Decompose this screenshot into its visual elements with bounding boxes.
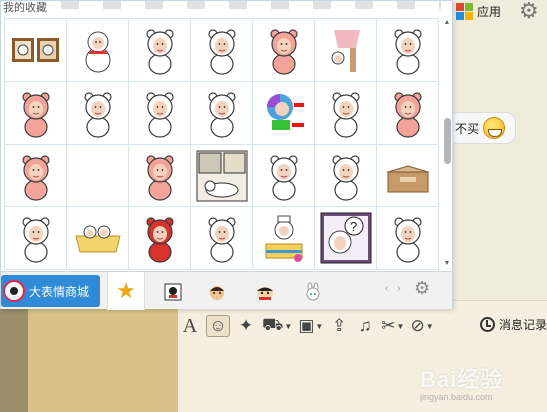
watermark-sub: jingyan.baidu.com bbox=[420, 392, 493, 402]
sticker-bear-lying[interactable] bbox=[315, 144, 377, 208]
panel-title: 我的收藏 bbox=[3, 2, 47, 14]
emoji-grid: ? bbox=[4, 18, 439, 270]
sticker-bear-brush[interactable] bbox=[129, 81, 191, 145]
tab-pack-crayon[interactable] bbox=[254, 281, 276, 303]
tab-pack-face[interactable] bbox=[206, 281, 228, 303]
sticker-bear-books[interactable] bbox=[67, 81, 129, 145]
chat-bubble-text: 不买 bbox=[455, 121, 480, 136]
sticker-bear-running[interactable] bbox=[191, 207, 253, 270]
pager-arrows[interactable]: ‹ › bbox=[385, 283, 403, 294]
sticker-bear-cake[interactable] bbox=[253, 207, 315, 270]
font-icon[interactable]: A bbox=[180, 315, 200, 337]
sidebar-strip bbox=[0, 300, 28, 412]
tab-favorites-star-icon[interactable]: ★ bbox=[107, 272, 145, 310]
message-history-button[interactable]: 消息记录 bbox=[480, 316, 547, 333]
watermark: Bai经验 jingyan.baidu.com bbox=[420, 362, 503, 402]
sticker-bear-pink-hood-2[interactable] bbox=[129, 144, 191, 208]
sticker-bear-small[interactable] bbox=[5, 207, 67, 270]
history-label: 消息记录 bbox=[499, 318, 547, 332]
sticker-bear-pink-wave[interactable] bbox=[377, 81, 439, 145]
gear-icon[interactable]: ⚙ bbox=[519, 0, 539, 22]
emoji-tab-bar: 大表情商城 ★ ‹ › ⚙ bbox=[1, 271, 452, 310]
penguin-mascot-icon bbox=[3, 280, 25, 302]
emoji-panel: 我的收藏 ? ▲ ▼ 大表情商城 ★ ‹ › ⚙ bbox=[0, 0, 453, 310]
magic-wand-icon[interactable]: ✦ bbox=[236, 315, 256, 337]
watermark-text: Bai经验 bbox=[420, 367, 504, 392]
grin-emoji-icon bbox=[483, 117, 506, 139]
ghost-tab-row bbox=[61, 1, 441, 9]
upload-icon[interactable]: ⇪ bbox=[329, 315, 349, 337]
music-icon[interactable]: ♫ bbox=[355, 315, 375, 337]
scroll-thumb[interactable] bbox=[444, 118, 451, 164]
scroll-up-icon[interactable]: ▲ bbox=[441, 18, 453, 28]
sticker-bear-snowman[interactable] bbox=[67, 19, 129, 82]
sticker-bear-hands-on-head[interactable] bbox=[191, 19, 253, 82]
emoji-settings-gear-icon[interactable]: ⚙ bbox=[414, 278, 430, 299]
tab-pack-rabbit[interactable] bbox=[302, 281, 324, 303]
smiley-icon[interactable]: ☺ bbox=[206, 315, 230, 337]
sticker-bear-colorful[interactable] bbox=[253, 81, 315, 145]
screenshot-icon[interactable]: ▣ ▼ bbox=[298, 315, 323, 337]
sticker-bear-dancing[interactable] bbox=[377, 19, 439, 82]
sticker-box[interactable] bbox=[377, 144, 439, 208]
scissors-icon[interactable]: ✂ ▼ bbox=[381, 315, 404, 337]
emoji-scrollbar[interactable]: ▲ ▼ bbox=[441, 18, 453, 269]
sticker-bear-standing[interactable] bbox=[129, 19, 191, 82]
sticker-empty bbox=[67, 144, 129, 208]
svg-text:?: ? bbox=[350, 219, 357, 234]
car-icon[interactable]: ⛟ ▼ bbox=[262, 315, 292, 337]
sticker-bear-rabbit-ears[interactable] bbox=[253, 144, 315, 208]
shop-label: 大表情商城 bbox=[29, 284, 90, 299]
image-block-icon[interactable]: ⊘ ▼ bbox=[410, 315, 433, 337]
chat-window-top bbox=[450, 0, 547, 300]
emoji-shop-button[interactable]: 大表情商城 bbox=[1, 275, 100, 307]
tab-pack-comic[interactable] bbox=[162, 281, 184, 303]
sticker-bear-pink-hood[interactable] bbox=[5, 81, 67, 145]
sticker-bear-sketch[interactable] bbox=[191, 81, 253, 145]
sticker-bear-tree[interactable] bbox=[315, 19, 377, 82]
sticker-bear-comic-panel[interactable] bbox=[191, 144, 253, 208]
clock-icon bbox=[480, 317, 495, 332]
sticker-bear-photo-frames[interactable] bbox=[5, 19, 67, 82]
sticker-bear-pink-box[interactable] bbox=[253, 19, 315, 82]
sticker-bear-pink-sit[interactable] bbox=[5, 144, 67, 208]
sticker-bear-question[interactable]: ? bbox=[315, 207, 377, 270]
sticker-bear-peek[interactable] bbox=[377, 207, 439, 270]
app-bar: 应用 ⚙ bbox=[452, 0, 547, 22]
apps-label[interactable]: 应用 bbox=[477, 3, 501, 20]
sticker-bear-arms-up[interactable] bbox=[315, 81, 377, 145]
sticker-bear-red-hood[interactable] bbox=[129, 207, 191, 270]
chat-bubble: 不买 bbox=[448, 112, 516, 144]
scroll-down-icon[interactable]: ▼ bbox=[441, 259, 453, 269]
chat-toolbar: A ☺ ✦ ⛟ ▼ ▣ ▼ ⇪ ♫ ✂ ▼ ⊘ ▼ bbox=[180, 313, 434, 339]
sticker-yellow-tub[interactable] bbox=[67, 207, 129, 270]
apps-grid-icon[interactable] bbox=[456, 2, 473, 20]
